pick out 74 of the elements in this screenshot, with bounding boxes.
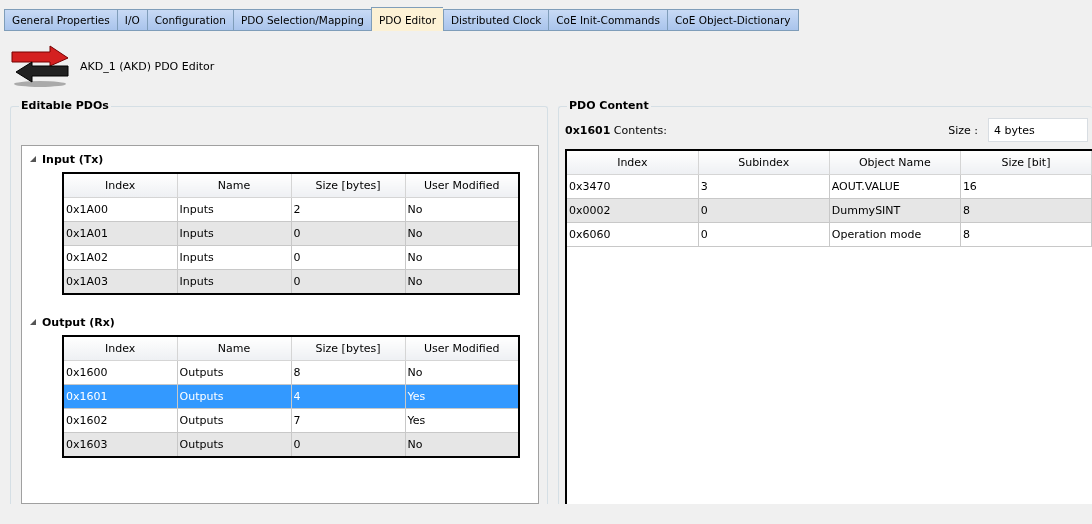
tab[interactable]: Configuration	[146, 9, 233, 31]
table-cell: 7	[291, 408, 405, 433]
table-cell: 0x1602	[63, 408, 177, 433]
column-header[interactable]: Name	[177, 173, 291, 198]
table-cell: No	[405, 360, 519, 385]
group-title: Editable PDOs	[19, 99, 111, 112]
table-cell: 0x1A00	[63, 197, 177, 222]
table-cell: Inputs	[177, 221, 291, 246]
table-cell: No	[405, 221, 519, 246]
table-cell: Outputs	[177, 360, 291, 385]
section-title: Output (Rx)	[42, 315, 115, 329]
expanded-icon[interactable]	[28, 154, 38, 164]
tab[interactable]: Distributed Clock	[443, 9, 549, 31]
table-cell: Inputs	[177, 245, 291, 270]
table-cell: No	[405, 269, 519, 294]
table-cell: Outputs	[177, 408, 291, 433]
table-cell: 0x1600	[63, 360, 177, 385]
tab[interactable]: PDO Selection/Mapping	[232, 9, 371, 31]
table-cell: 0	[291, 432, 405, 457]
column-header[interactable]: Index	[63, 336, 177, 361]
group-title: PDO Content	[567, 99, 651, 112]
column-header[interactable]: Index	[567, 151, 699, 175]
section-title: Input (Tx)	[42, 152, 104, 166]
table-cell: 8	[960, 222, 1092, 247]
table-cell: 0x1603	[63, 432, 177, 457]
table-cell: 0	[291, 221, 405, 246]
table-cell: 8	[960, 198, 1092, 223]
table-cell: DummySINT	[829, 198, 961, 223]
table-cell: 0x0002	[567, 198, 699, 223]
expanded-icon[interactable]	[28, 317, 38, 327]
table-cell: 0	[698, 222, 830, 247]
table-cell: Outputs	[177, 432, 291, 457]
table-cell: AOUT.VALUE	[829, 174, 961, 199]
tab[interactable]: PDO Editor	[370, 7, 443, 31]
table-cell: No	[405, 245, 519, 270]
table-cell: No	[405, 197, 519, 222]
column-header[interactable]: User Modified	[405, 173, 519, 198]
column-header[interactable]: Subindex	[698, 151, 830, 175]
size-label: Size :	[948, 123, 978, 137]
column-header[interactable]: Index	[63, 173, 177, 198]
table-cell: 0	[291, 245, 405, 270]
column-header[interactable]: Size [bytes]	[291, 336, 405, 361]
table-cell: Outputs	[177, 384, 291, 409]
table-cell: 0x1A03	[63, 269, 177, 294]
column-header[interactable]: Size [bytes]	[291, 173, 405, 198]
table-cell: 8	[291, 360, 405, 385]
tab[interactable]: General Properties	[4, 9, 117, 31]
column-header[interactable]: Name	[177, 336, 291, 361]
size-field[interactable]: 4 bytes	[988, 118, 1088, 142]
table-cell: 16	[960, 174, 1092, 199]
table-cell: Yes	[405, 408, 519, 433]
table-cell: 0x1601	[63, 384, 177, 409]
editor-title: AKD_1 (AKD) PDO Editor	[80, 59, 215, 73]
contents-heading: 0x1601 Contents:	[565, 123, 669, 137]
table-cell: 0x6060	[567, 222, 699, 247]
column-header[interactable]: Object Name	[829, 151, 961, 175]
table-cell: 0x1A01	[63, 221, 177, 246]
table-cell: Inputs	[177, 197, 291, 222]
table-cell: 0	[291, 269, 405, 294]
column-header[interactable]: Size [bit]	[960, 151, 1092, 175]
table-cell: 0x1A02	[63, 245, 177, 270]
table-cell: 3	[698, 174, 830, 199]
table-cell: 2	[291, 197, 405, 222]
table-cell: 4	[291, 384, 405, 409]
tab[interactable]: CoE Init-Commands	[548, 9, 667, 31]
table-cell: 0x3470	[567, 174, 699, 199]
table-cell: Yes	[405, 384, 519, 409]
table-cell: No	[405, 432, 519, 457]
table-cell: Operation mode	[829, 222, 961, 247]
table-cell: 0	[698, 198, 830, 223]
tab[interactable]: I/O	[116, 9, 147, 31]
tab[interactable]: CoE Object-Dictionary	[667, 9, 799, 31]
column-header[interactable]: User Modified	[405, 336, 519, 361]
table-cell: Inputs	[177, 269, 291, 294]
